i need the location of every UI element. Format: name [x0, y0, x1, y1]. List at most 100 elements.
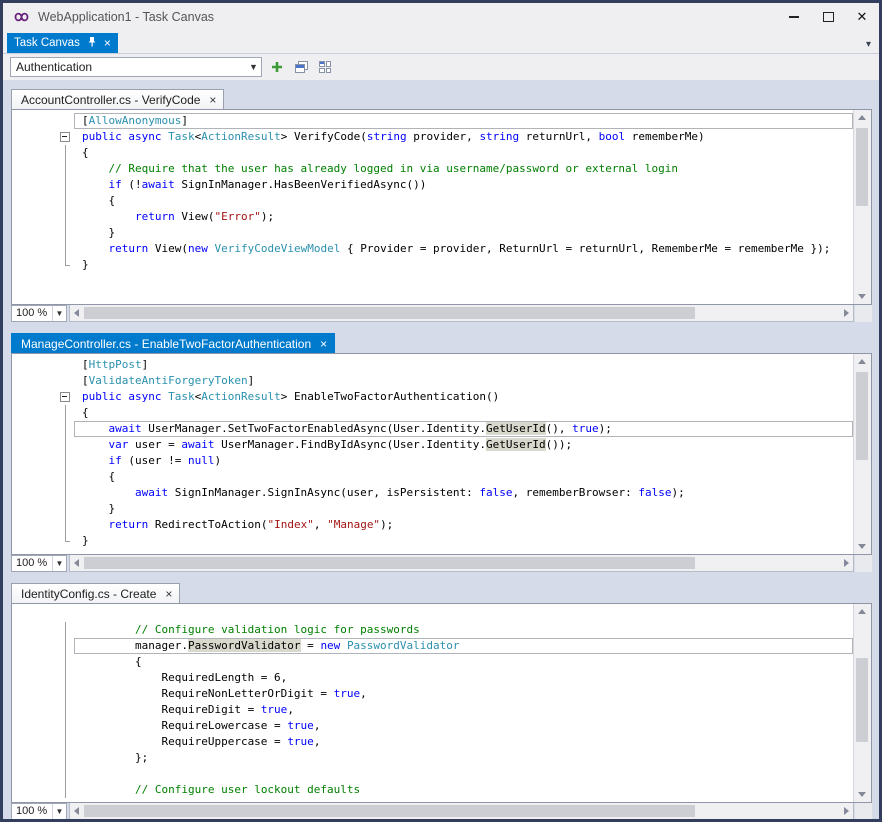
tab-close-icon[interactable]: × — [165, 588, 172, 600]
close-icon: ✕ — [857, 9, 868, 25]
editor-margin — [12, 373, 58, 389]
fold-toggle-icon[interactable] — [58, 389, 74, 405]
zoom-select[interactable]: 100 % ▼ — [11, 305, 67, 322]
horizontal-scrollbar[interactable] — [69, 803, 854, 820]
scroll-down-icon[interactable] — [858, 792, 866, 797]
scroll-up-icon[interactable] — [858, 609, 866, 614]
editor-margin — [12, 469, 58, 485]
window-title: WebApplication1 - Task Canvas — [38, 10, 214, 24]
zoom-dropdown-icon[interactable]: ▼ — [52, 306, 66, 321]
chevron-down-icon[interactable]: ▾ — [866, 39, 871, 50]
scroll-down-icon[interactable] — [858, 294, 866, 299]
code-line: if (user != null) — [12, 453, 853, 469]
code-line: // Configure user lockout defaults — [12, 782, 853, 798]
code-line: // Require that the user has already log… — [12, 161, 853, 177]
visual-studio-logo-icon — [13, 10, 30, 24]
scrollbar-thumb[interactable] — [856, 372, 868, 460]
scroll-left-icon[interactable] — [74, 807, 79, 815]
scrollbar-thumb[interactable] — [856, 128, 868, 206]
scroll-left-icon[interactable] — [74, 309, 79, 317]
editor-margin — [12, 177, 58, 193]
scroll-up-icon[interactable] — [858, 359, 866, 364]
close-button[interactable]: ✕ — [845, 3, 879, 31]
code-line: }; — [12, 750, 853, 766]
pane-tab-managecontroller[interactable]: ManageController.cs - EnableTwoFactorAut… — [11, 333, 335, 353]
zoom-select[interactable]: 100 % ▼ — [11, 555, 67, 572]
scrollbar-thumb[interactable] — [84, 307, 695, 319]
outline-margin — [58, 437, 74, 453]
task-canvas-toolbar: Authentication ▼ — [3, 54, 879, 80]
zoom-dropdown-icon[interactable]: ▼ — [52, 804, 66, 819]
zoom-dropdown-icon[interactable]: ▼ — [52, 556, 66, 571]
tool-tab-label: Task Canvas — [14, 37, 80, 49]
scrollbar-thumb[interactable] — [856, 658, 868, 742]
zoom-select[interactable]: 100 % ▼ — [11, 803, 67, 820]
outline-margin — [58, 485, 74, 501]
editor-margin — [12, 257, 58, 273]
code-line: { — [12, 145, 853, 161]
editor-margin — [12, 734, 58, 750]
pane-tab-identityconfig[interactable]: IdentityConfig.cs - Create × — [11, 583, 180, 603]
outline-margin — [58, 533, 74, 549]
code-line: [ValidateAntiForgeryToken] — [12, 373, 853, 389]
grid-windows-icon[interactable] — [316, 58, 334, 76]
scroll-down-icon[interactable] — [858, 544, 866, 549]
minimize-button[interactable] — [777, 3, 811, 31]
tab-close-icon[interactable]: × — [209, 94, 216, 106]
vs-window: WebApplication1 - Task Canvas ✕ Task Can… — [0, 0, 882, 822]
outline-margin — [58, 654, 74, 670]
zoom-value: 100 % — [12, 556, 52, 571]
code-line: var user = await UserManager.FindByIdAsy… — [12, 437, 853, 453]
scroll-left-icon[interactable] — [74, 559, 79, 567]
outline-margin — [58, 193, 74, 209]
tab-close-icon[interactable]: × — [104, 37, 111, 49]
code-editor[interactable]: [HttpPost][ValidateAntiForgeryToken]publ… — [12, 354, 853, 554]
title-bar[interactable]: WebApplication1 - Task Canvas ✕ — [3, 3, 879, 31]
fold-toggle-icon[interactable] — [58, 129, 74, 145]
parallel-windows-icon[interactable] — [292, 58, 310, 76]
outline-margin — [58, 209, 74, 225]
scroll-right-icon[interactable] — [844, 309, 849, 317]
code-editor[interactable]: // Configure validation logic for passwo… — [12, 604, 853, 802]
code-line: if (!await SignInManager.HasBeenVerified… — [12, 177, 853, 193]
task-group-combobox[interactable]: Authentication ▼ — [10, 57, 262, 77]
editor-margin — [12, 357, 58, 373]
code-line — [12, 766, 853, 782]
code-line: [AllowAnonymous] — [12, 113, 853, 129]
outline-margin — [58, 734, 74, 750]
outline-margin — [58, 686, 74, 702]
code-line: RequireNonLetterOrDigit = true, — [12, 686, 853, 702]
horizontal-scrollbar[interactable] — [69, 305, 854, 322]
horizontal-scrollbar[interactable] — [69, 555, 854, 572]
editor-margin — [12, 622, 58, 638]
editor-margin — [12, 453, 58, 469]
scroll-right-icon[interactable] — [844, 807, 849, 815]
outline-margin — [58, 405, 74, 421]
tool-tab-task-canvas[interactable]: Task Canvas × — [7, 33, 118, 53]
code-line: { — [12, 469, 853, 485]
scroll-right-icon[interactable] — [844, 559, 849, 567]
vertical-scrollbar[interactable] — [853, 110, 871, 304]
editor-margin — [12, 161, 58, 177]
vertical-scrollbar[interactable] — [853, 604, 871, 802]
pin-icon[interactable] — [87, 36, 97, 50]
editor-margin — [12, 654, 58, 670]
outline-margin — [58, 113, 74, 129]
scroll-up-icon[interactable] — [858, 115, 866, 120]
editor-margin — [12, 686, 58, 702]
vertical-scrollbar[interactable] — [853, 354, 871, 554]
code-line: await UserManager.SetTwoFactorEnabledAsy… — [12, 421, 853, 437]
pane-tab-accountcontroller[interactable]: AccountController.cs - VerifyCode × — [11, 89, 224, 109]
task-canvas-content: AccountController.cs - VerifyCode × [All… — [3, 80, 879, 820]
scrollbar-thumb[interactable] — [84, 557, 695, 569]
editor-margin — [12, 421, 58, 437]
add-task-icon[interactable] — [268, 58, 286, 76]
outline-margin — [58, 702, 74, 718]
maximize-button[interactable] — [811, 3, 845, 31]
combo-dropdown-icon[interactable]: ▼ — [246, 62, 261, 72]
scrollbar-thumb[interactable] — [84, 805, 695, 817]
editor-margin — [12, 485, 58, 501]
tab-close-icon[interactable]: × — [320, 338, 327, 350]
editor-margin — [12, 750, 58, 766]
code-editor[interactable]: [AllowAnonymous]public async Task<Action… — [12, 110, 853, 304]
